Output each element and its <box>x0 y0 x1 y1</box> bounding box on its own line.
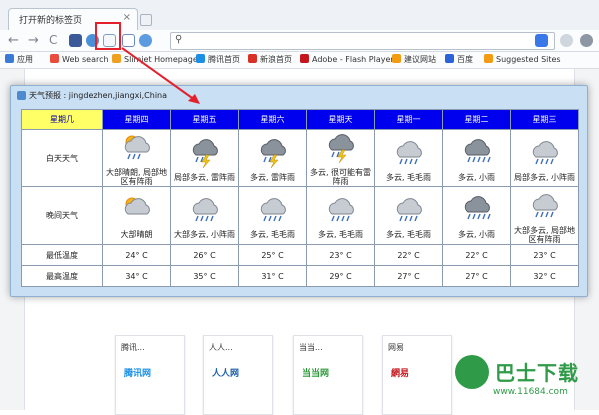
watermark-logo-icon <box>455 355 489 389</box>
annotation-arrow <box>121 47 200 104</box>
site-watermark: 巴士下载 www.11684.com <box>455 355 595 407</box>
